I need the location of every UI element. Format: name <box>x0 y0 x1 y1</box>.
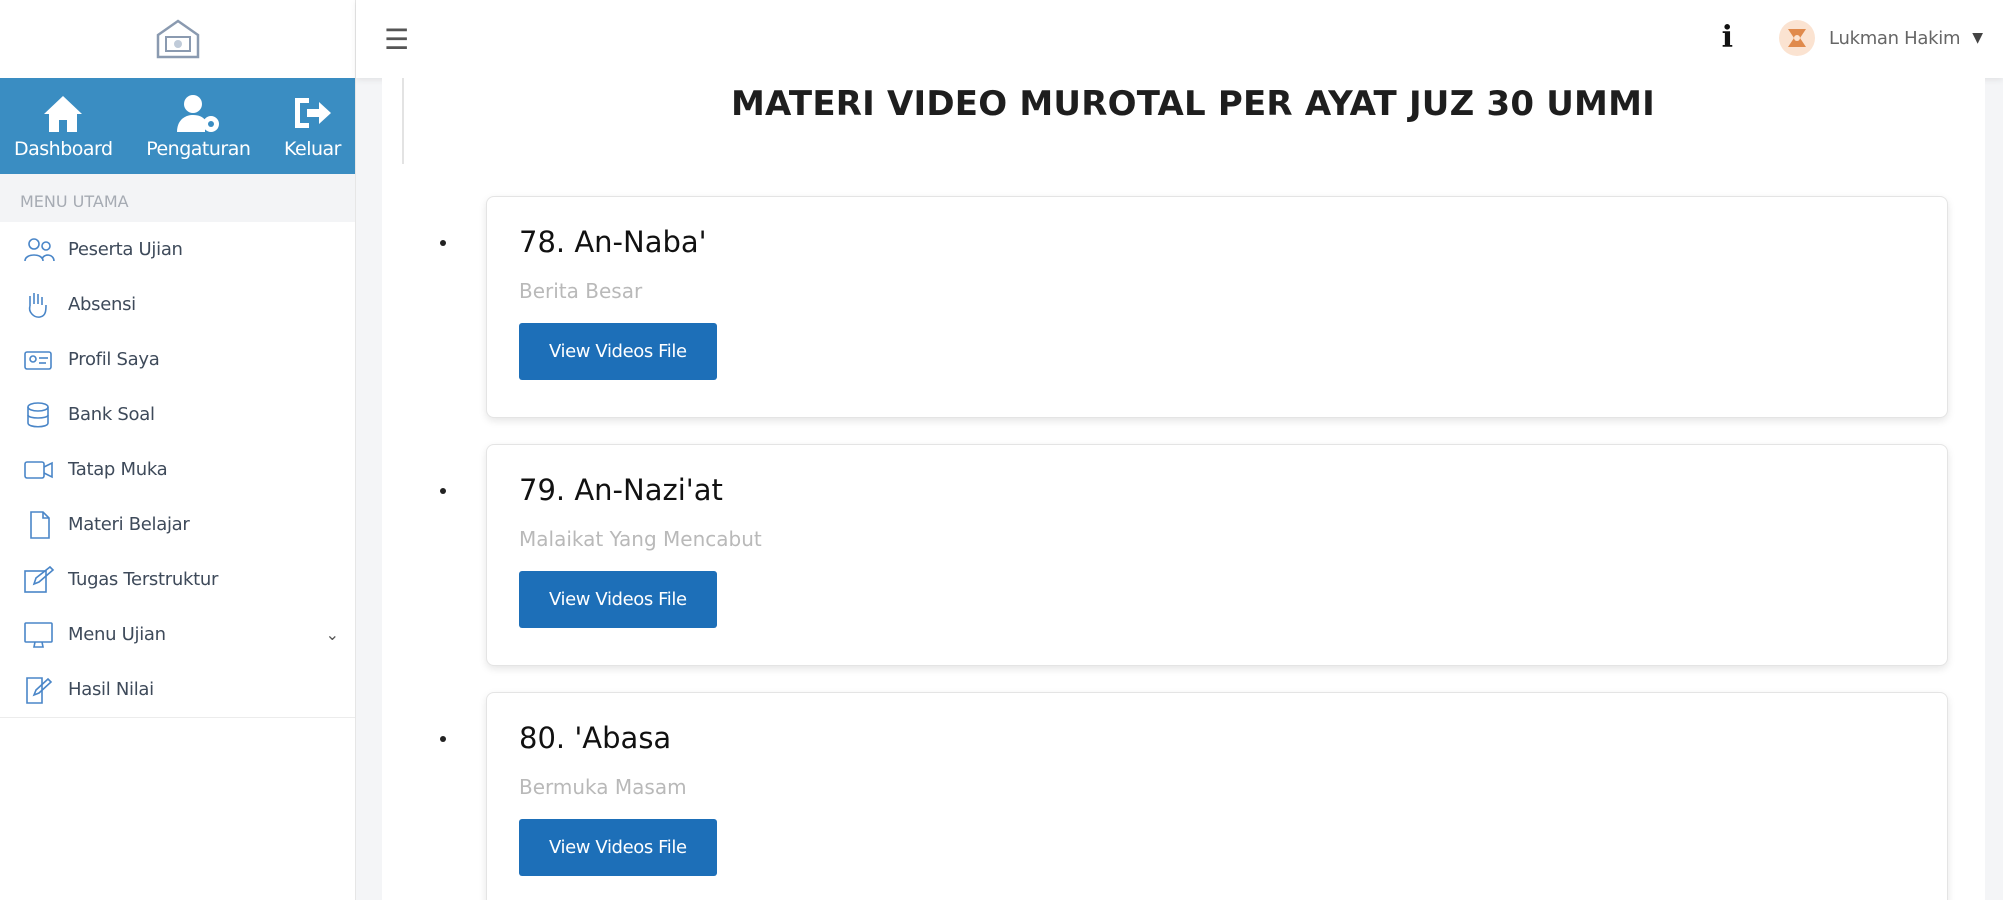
logo-area <box>0 0 355 78</box>
database-icon <box>22 400 58 430</box>
bullet-icon <box>440 488 446 494</box>
dashboard-label: Dashboard <box>14 138 113 160</box>
main-content: MATERI VIDEO MUROTAL PER AYAT JUZ 30 UMM… <box>382 78 1985 900</box>
user-name: Lukman Hakim <box>1829 27 1961 49</box>
user-gear-icon <box>177 95 220 132</box>
logo-icon[interactable] <box>150 15 206 63</box>
sidebar-item-tatap-muka[interactable]: Tatap Muka <box>0 442 355 497</box>
sidebar-item-label: Bank Soal <box>68 404 155 425</box>
keluar-button[interactable]: Keluar <box>280 78 345 174</box>
sidebar-item-label: Profil Saya <box>68 349 160 370</box>
monitor-icon <box>22 620 58 650</box>
card-title: 80. 'Abasa <box>519 721 672 755</box>
view-videos-button[interactable]: View Videos File <box>519 819 717 876</box>
dashboard-button[interactable]: Dashboard <box>10 78 117 174</box>
sidebar-item-label: Absensi <box>68 294 136 315</box>
bullet-icon <box>440 736 446 742</box>
menu-list: Peserta Ujian Absensi Profil Saya Bank S… <box>0 222 355 718</box>
card-subtitle: Bermuka Masam <box>519 775 687 799</box>
sidebar-item-materi-belajar[interactable]: Materi Belajar <box>0 497 355 552</box>
sidebar-item-label: Hasil Nilai <box>68 679 154 700</box>
keluar-label: Keluar <box>284 138 341 160</box>
surah-card: 79. An-Nazi'at Malaikat Yang Mencabut Vi… <box>486 444 1948 666</box>
sidebar-item-menu-ujian[interactable]: Menu Ujian ⌄ <box>0 607 355 662</box>
card-subtitle: Malaikat Yang Mencabut <box>519 527 762 551</box>
card-title: 78. An-Naba' <box>519 225 707 259</box>
sidebar: Dashboard Pengaturan Keluar MENU UTAMA P… <box>0 0 356 900</box>
surah-card: 80. 'Abasa Bermuka Masam View Videos Fil… <box>486 692 1948 900</box>
view-videos-button[interactable]: View Videos File <box>519 571 717 628</box>
user-menu[interactable]: Lukman Hakim ▼ <box>1779 20 1983 56</box>
pengaturan-button[interactable]: Pengaturan <box>142 78 254 174</box>
sidebar-item-label: Materi Belajar <box>68 514 190 535</box>
home-icon <box>44 96 83 132</box>
page-title: MATERI VIDEO MUROTAL PER AYAT JUZ 30 UMM… <box>731 84 1655 124</box>
card-subtitle: Berita Besar <box>519 279 643 303</box>
sidebar-item-absensi[interactable]: Absensi <box>0 277 355 332</box>
list-item: 80. 'Abasa Bermuka Masam View Videos Fil… <box>440 692 1962 900</box>
view-videos-button[interactable]: View Videos File <box>519 323 717 380</box>
sidebar-item-label: Peserta Ujian <box>68 239 183 260</box>
report-icon <box>22 675 58 705</box>
sidebar-item-profil-saya[interactable]: Profil Saya <box>0 332 355 387</box>
edit-icon <box>22 565 58 595</box>
hand-icon <box>22 290 58 320</box>
quick-actions-bar: Dashboard Pengaturan Keluar <box>0 78 355 174</box>
video-camera-icon <box>22 455 58 485</box>
title-box: MATERI VIDEO MUROTAL PER AYAT JUZ 30 UMM… <box>402 78 1982 164</box>
users-icon <box>22 235 58 265</box>
info-icon[interactable]: i <box>1722 20 1733 55</box>
document-icon <box>22 510 58 540</box>
sidebar-item-peserta-ujian[interactable]: Peserta Ujian <box>0 222 355 277</box>
sidebar-item-bank-soal[interactable]: Bank Soal <box>0 387 355 442</box>
logout-icon <box>295 98 332 128</box>
avatar <box>1779 20 1816 56</box>
sidebar-item-label: Tatap Muka <box>68 459 168 480</box>
menu-header: MENU UTAMA <box>0 174 355 222</box>
hamburger-menu-icon[interactable]: ☰ <box>384 23 409 56</box>
surah-card: 78. An-Naba' Berita Besar View Videos Fi… <box>486 196 1948 418</box>
topbar: ☰ i Lukman Hakim ▼ <box>356 0 2003 78</box>
list-item: 79. An-Nazi'at Malaikat Yang Mencabut Vi… <box>440 444 1962 666</box>
sidebar-item-label: Menu Ujian <box>68 624 166 645</box>
chevron-down-icon[interactable]: ⌄ <box>326 625 339 644</box>
profile-card-icon <box>22 345 58 375</box>
card-title: 79. An-Nazi'at <box>519 473 723 507</box>
list-item: 78. An-Naba' Berita Besar View Videos Fi… <box>440 196 1962 418</box>
pengaturan-label: Pengaturan <box>146 138 251 160</box>
caret-down-icon: ▼ <box>1972 30 1983 46</box>
card-list: 78. An-Naba' Berita Besar View Videos Fi… <box>440 196 1962 900</box>
sidebar-item-tugas-terstruktur[interactable]: Tugas Terstruktur <box>0 552 355 607</box>
sidebar-item-hasil-nilai[interactable]: Hasil Nilai <box>0 662 355 717</box>
sidebar-item-label: Tugas Terstruktur <box>68 569 219 590</box>
bullet-icon <box>440 240 446 246</box>
